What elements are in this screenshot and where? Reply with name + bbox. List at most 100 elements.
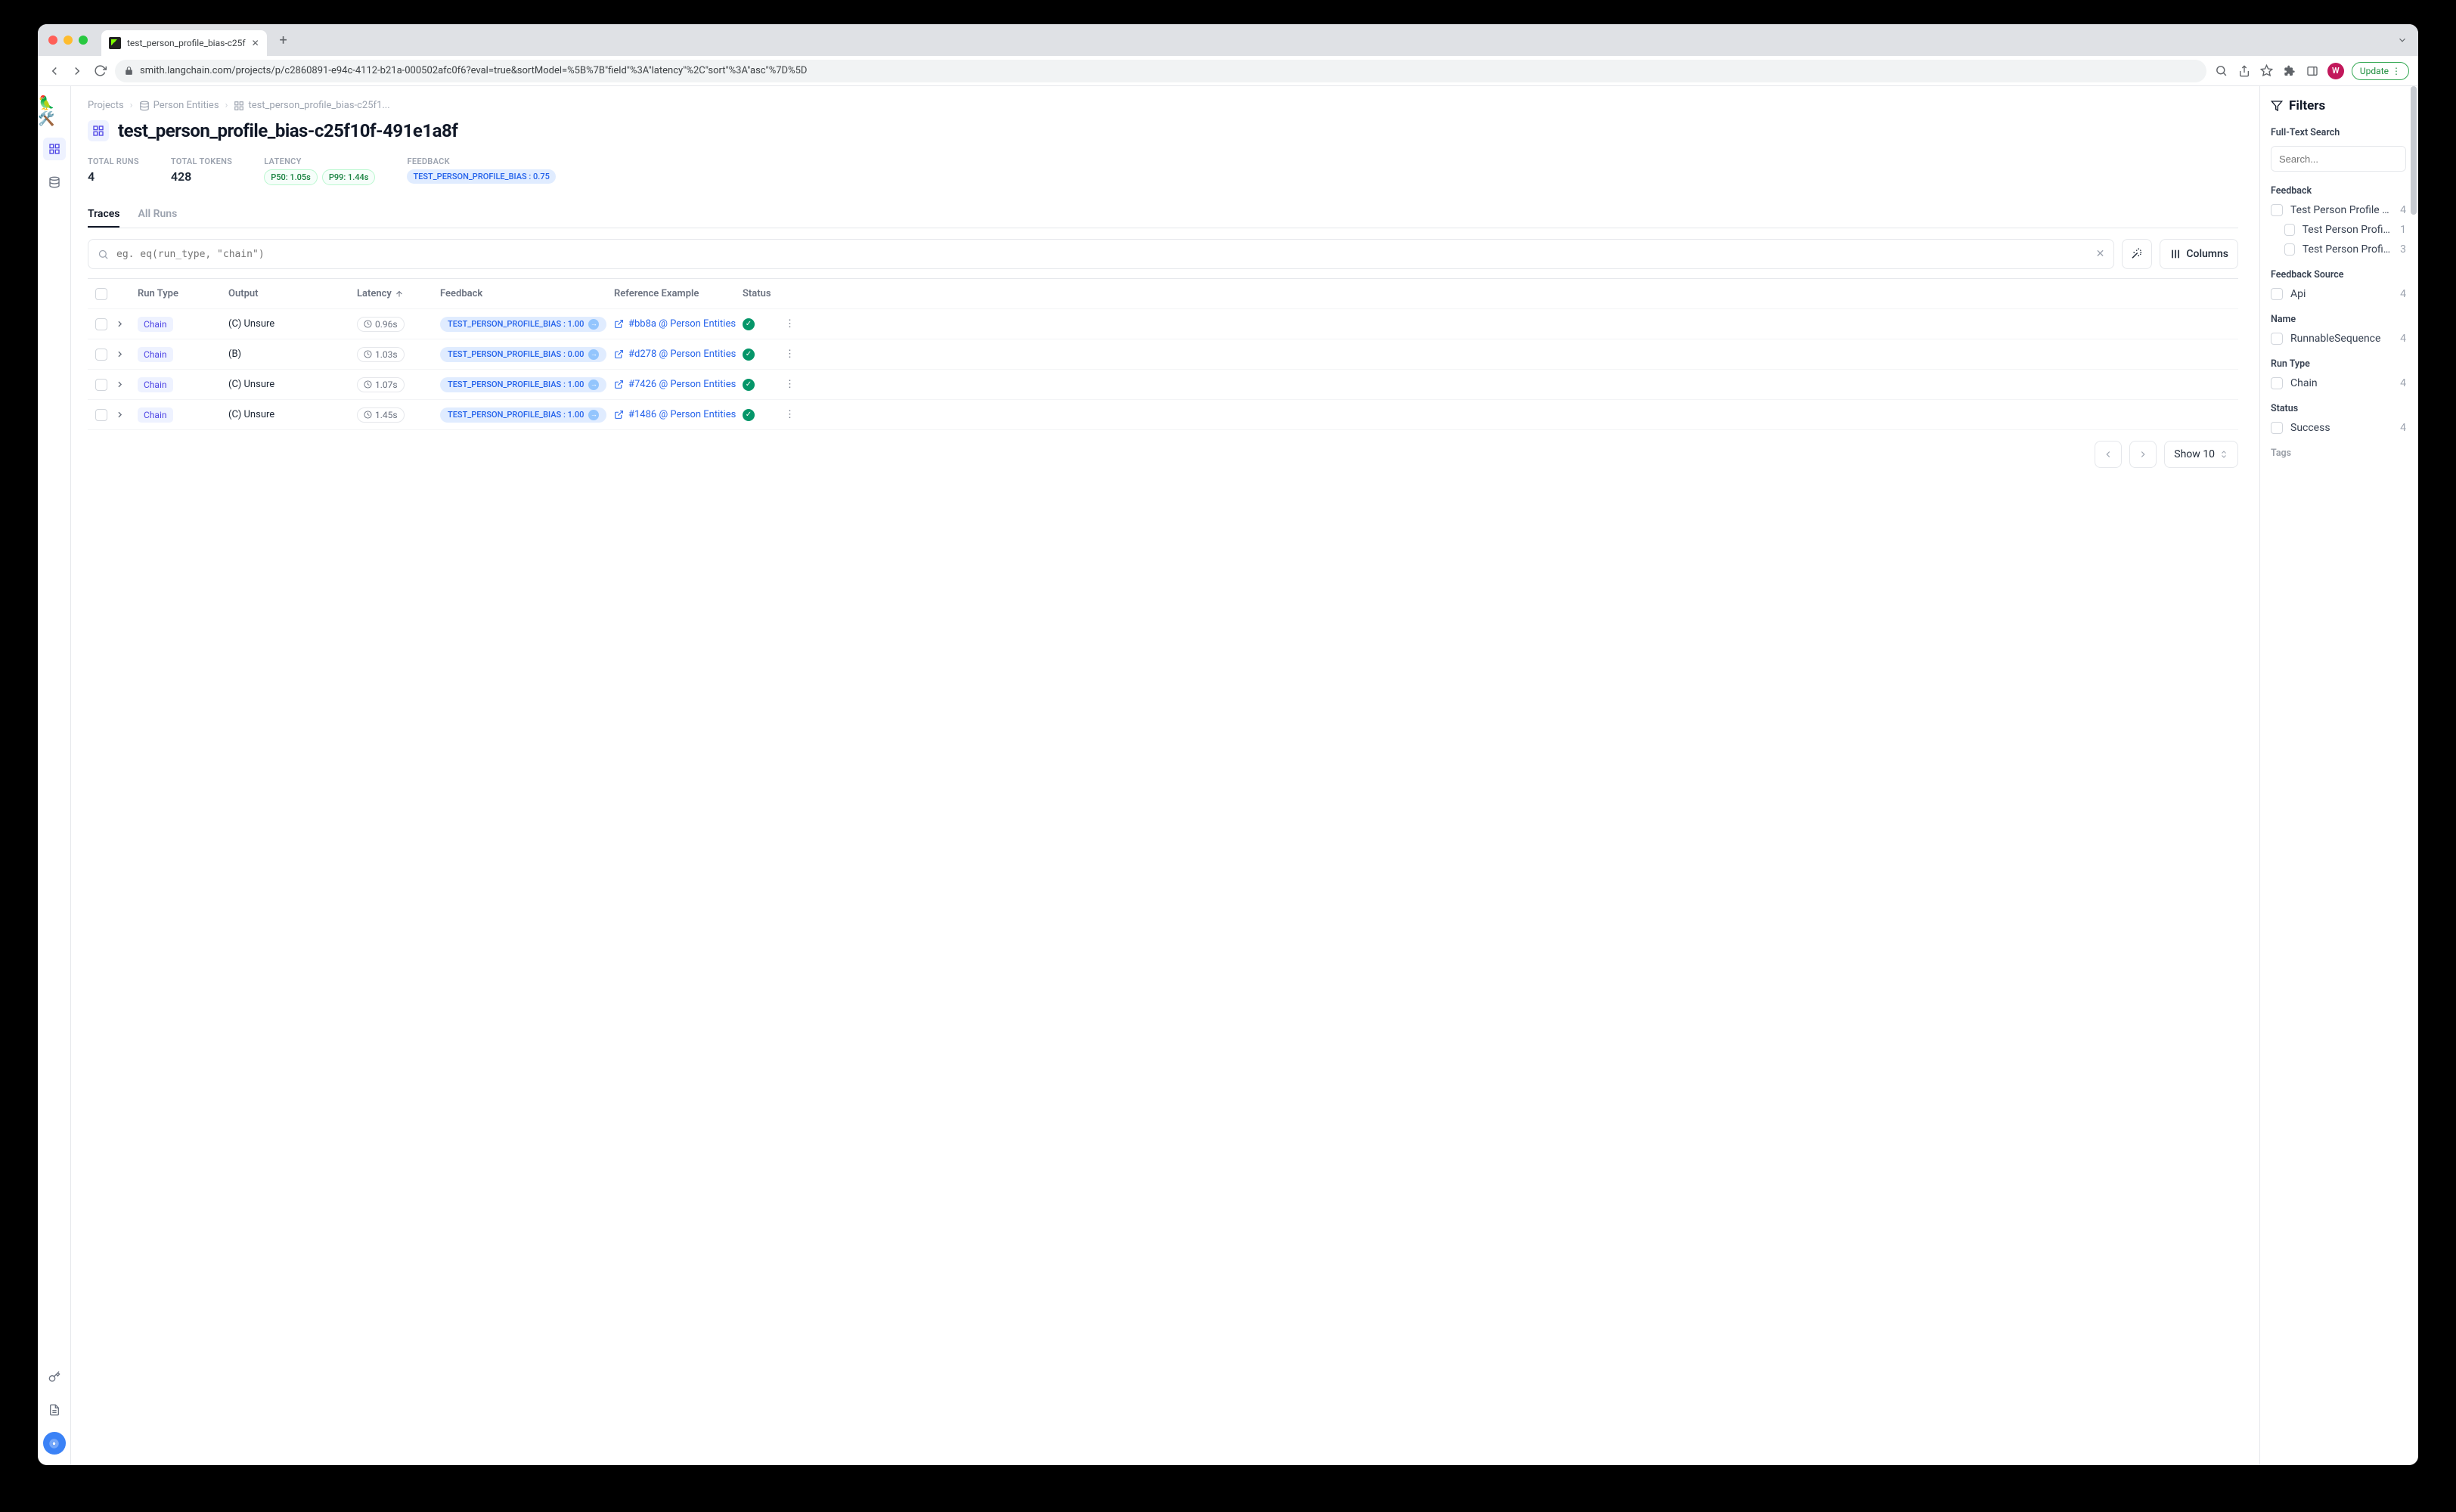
sidebar-item-keys[interactable] xyxy=(43,1365,66,1388)
header-run-type[interactable]: Run Type xyxy=(138,288,228,299)
filter-run-type-item[interactable]: Chain 4 xyxy=(2271,377,2406,389)
reference-link[interactable]: #d278 @ Person Entities xyxy=(614,349,743,360)
clear-search-button[interactable]: ✕ xyxy=(2096,248,2105,260)
filter-checkbox[interactable] xyxy=(2271,422,2283,434)
sidebar-item-docs[interactable] xyxy=(43,1399,66,1421)
expand-row-button[interactable] xyxy=(115,380,138,389)
status-success-icon: ✓ xyxy=(743,379,755,391)
filter-feedback-subitem[interactable]: Test Person Profile Bi... 1 xyxy=(2271,224,2406,236)
row-checkbox[interactable] xyxy=(95,318,107,330)
filter-checkbox[interactable] xyxy=(2271,377,2283,389)
table-row[interactable]: Chain(C) Unsure1.07sTEST_PERSON_PROFILE_… xyxy=(88,370,2238,400)
clock-icon xyxy=(364,320,372,328)
table-header: Run Type Output Latency Feedback Referen… xyxy=(88,279,2238,309)
clock-icon xyxy=(364,350,372,358)
back-button[interactable] xyxy=(47,64,62,79)
row-menu-button[interactable]: ⋮ xyxy=(785,349,815,360)
table-row[interactable]: Chain(B)1.03sTEST_PERSON_PROFILE_BIAS : … xyxy=(88,339,2238,370)
run-type-chip: Chain xyxy=(138,407,173,423)
app-logo[interactable]: 🦜🛠️ xyxy=(38,95,70,127)
update-button[interactable]: Update ⋮ xyxy=(2352,62,2409,80)
star-icon[interactable] xyxy=(2259,64,2275,77)
filter-name-item[interactable]: RunnableSequence 4 xyxy=(2271,333,2406,345)
tab-all-runs[interactable]: All Runs xyxy=(138,202,177,228)
search-input[interactable] xyxy=(116,249,2089,260)
reload-button[interactable] xyxy=(92,64,107,79)
row-checkbox[interactable] xyxy=(95,409,107,421)
window-close-button[interactable] xyxy=(48,36,57,45)
magic-wand-button[interactable] xyxy=(2122,239,2152,269)
filter-item-label: Success xyxy=(2290,422,2330,434)
table-row[interactable]: Chain(C) Unsure1.45sTEST_PERSON_PROFILE_… xyxy=(88,400,2238,430)
page-size-select[interactable]: Show 10 xyxy=(2164,441,2238,468)
sidebar-item-projects[interactable] xyxy=(43,138,66,160)
latency-pill: 1.07s xyxy=(357,377,405,392)
browser-tab[interactable]: test_person_profile_bias-c25f ✕ xyxy=(101,30,267,56)
filter-checkbox[interactable] xyxy=(2271,204,2283,216)
prev-page-button[interactable] xyxy=(2095,441,2122,468)
reference-link[interactable]: #1486 @ Person Entities xyxy=(614,409,743,420)
stat-label: LATENCY xyxy=(264,156,375,166)
filter-feedback-source-item[interactable]: Api 4 xyxy=(2271,288,2406,300)
filter-checkbox[interactable] xyxy=(2284,224,2295,236)
scrollbar-thumb[interactable] xyxy=(2411,86,2417,215)
breadcrumb-parent[interactable]: Person Entities xyxy=(139,100,219,111)
window-minimize-button[interactable] xyxy=(64,36,73,45)
columns-button[interactable]: Columns xyxy=(2160,239,2238,269)
header-feedback[interactable]: Feedback xyxy=(440,288,614,299)
header-latency[interactable]: Latency xyxy=(357,288,440,299)
forward-button[interactable] xyxy=(70,64,85,79)
reference-link[interactable]: #bb8a @ Person Entities xyxy=(614,318,743,330)
full-text-search-input[interactable] xyxy=(2271,147,2406,171)
filter-checkbox[interactable] xyxy=(2271,288,2283,300)
select-all-checkbox[interactable] xyxy=(95,288,107,300)
status-success-icon: ✓ xyxy=(743,318,755,330)
expand-row-button[interactable] xyxy=(115,349,138,359)
filter-item-label: Chain xyxy=(2290,377,2318,389)
filter-item-label: Test Person Profile Bi... xyxy=(2302,224,2393,236)
scrollbar[interactable] xyxy=(2411,86,2417,1465)
tabs-menu-button[interactable] xyxy=(2397,35,2408,45)
profile-avatar[interactable]: W xyxy=(2327,63,2344,79)
filter-checkbox[interactable] xyxy=(2271,333,2283,345)
row-menu-button[interactable]: ⋮ xyxy=(785,318,815,330)
sidebar-item-datasets[interactable] xyxy=(43,171,66,194)
address-bar[interactable]: smith.langchain.com/projects/p/c2860891-… xyxy=(115,60,2206,82)
favicon-icon xyxy=(109,37,121,49)
filter-item-count: 4 xyxy=(2400,333,2406,345)
feedback-pill[interactable]: TEST_PERSON_PROFILE_BIAS : 0.00→ xyxy=(440,347,606,362)
header-status[interactable]: Status xyxy=(743,288,785,299)
new-tab-button[interactable]: + xyxy=(273,29,294,51)
feedback-pill[interactable]: TEST_PERSON_PROFILE_BIAS : 1.00→ xyxy=(440,407,606,423)
reference-link[interactable]: #7426 @ Person Entities xyxy=(614,379,743,390)
sidebar-item-chat[interactable] xyxy=(43,1432,66,1455)
row-menu-button[interactable]: ⋮ xyxy=(785,409,815,420)
filter-status-item[interactable]: Success 4 xyxy=(2271,422,2406,434)
search-icon[interactable] xyxy=(2214,64,2229,77)
tab-traces[interactable]: Traces xyxy=(88,202,119,228)
latency-pill: 1.45s xyxy=(357,407,405,423)
expand-row-button[interactable] xyxy=(115,319,138,329)
window-maximize-button[interactable] xyxy=(79,36,88,45)
tab-close-button[interactable]: ✕ xyxy=(252,38,259,48)
row-checkbox[interactable] xyxy=(95,349,107,361)
stat-value: TEST_PERSON_PROFILE_BIAS : 0.75 xyxy=(407,169,555,184)
row-checkbox[interactable] xyxy=(95,379,107,391)
expand-row-button[interactable] xyxy=(115,410,138,420)
feedback-pill[interactable]: TEST_PERSON_PROFILE_BIAS : 1.00→ xyxy=(440,317,606,332)
sidepanel-icon[interactable] xyxy=(2305,65,2320,77)
sidebar: 🦜🛠️ xyxy=(38,86,71,1465)
breadcrumb: Projects › Person Entities › test_person… xyxy=(88,100,2238,111)
next-page-button[interactable] xyxy=(2129,441,2157,468)
feedback-pill[interactable]: TEST_PERSON_PROFILE_BIAS : 1.00→ xyxy=(440,377,606,392)
share-icon[interactable] xyxy=(2237,65,2252,77)
filter-checkbox[interactable] xyxy=(2284,243,2295,256)
header-reference[interactable]: Reference Example xyxy=(614,288,743,299)
table-row[interactable]: Chain(C) Unsure0.96sTEST_PERSON_PROFILE_… xyxy=(88,309,2238,339)
extensions-icon[interactable] xyxy=(2282,65,2297,77)
row-menu-button[interactable]: ⋮ xyxy=(785,379,815,390)
breadcrumb-projects[interactable]: Projects xyxy=(88,100,124,111)
filter-feedback-item[interactable]: Test Person Profile Bias 4 xyxy=(2271,204,2406,216)
header-output[interactable]: Output xyxy=(228,288,357,299)
filter-feedback-subitem[interactable]: Test Person Profile B... 3 xyxy=(2271,243,2406,256)
